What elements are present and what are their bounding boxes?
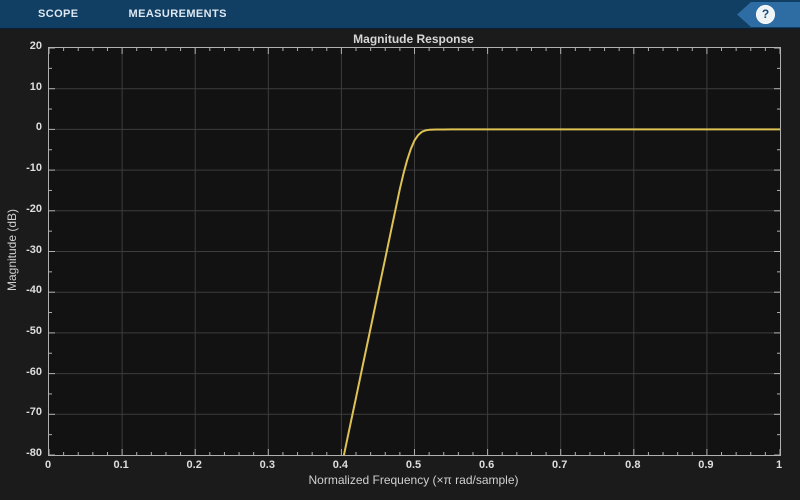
y-tick-label: 0 <box>35 121 42 134</box>
x-tick-label: 0.8 <box>625 459 641 471</box>
x-tick-label: 0.5 <box>405 459 422 471</box>
plot-area[interactable] <box>48 47 781 456</box>
tab-scope[interactable]: SCOPE <box>22 0 95 28</box>
tab-measurements[interactable]: MEASUREMENTS <box>113 0 243 28</box>
x-tick-label: 0.2 <box>186 459 202 471</box>
x-tick-label: 0.9 <box>698 459 714 471</box>
x-tick-label: 0.7 <box>552 459 568 471</box>
x-tick-label: 0.4 <box>332 459 349 471</box>
app-window: SCOPE MEASUREMENTS ? Magnitude Response … <box>0 0 800 500</box>
y-tick-label: -80 <box>26 447 42 459</box>
y-tick-label: 20 <box>29 40 42 52</box>
y-tick-label: -60 <box>26 365 42 378</box>
toolstrip: SCOPE MEASUREMENTS ? <box>0 0 800 29</box>
x-tick-label: 0 <box>44 459 52 471</box>
magnitude-response-plot[interactable] <box>49 48 780 455</box>
chart-title: Magnitude Response <box>353 32 474 46</box>
figure-area: Magnitude Response Magnitude (dB) Normal… <box>0 29 800 500</box>
y-tick-label: -10 <box>26 162 42 175</box>
help-banner[interactable]: ? <box>737 2 800 27</box>
y-axis-label: Magnitude (dB) <box>5 208 19 292</box>
x-tick-label: 0.3 <box>259 459 275 471</box>
y-tick-label: -70 <box>26 406 42 419</box>
help-icon[interactable]: ? <box>756 5 775 24</box>
x-axis-label: Normalized Frequency (×π rad/sample) <box>308 473 519 487</box>
x-tick-label: 0.6 <box>478 459 495 471</box>
x-tick-label: 0.1 <box>113 459 129 471</box>
y-tick-label: -50 <box>26 324 42 337</box>
y-tick-label: 10 <box>29 80 42 93</box>
x-tick-label: 1 <box>775 459 783 471</box>
